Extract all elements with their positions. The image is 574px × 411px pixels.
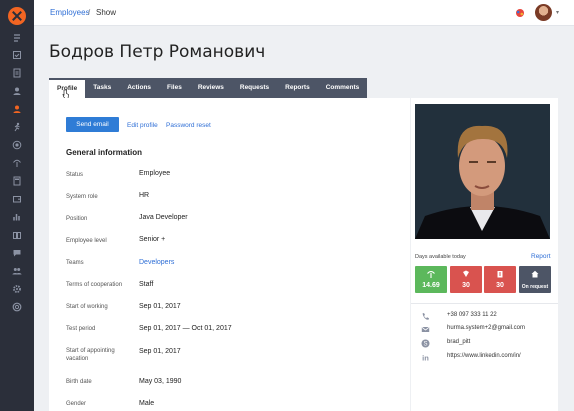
chat-icon[interactable]	[12, 248, 22, 258]
birth-date-label: Birth date	[66, 379, 92, 385]
gender-label: Gender	[66, 401, 87, 407]
breadcrumb-separator: /	[88, 8, 91, 17]
skype-icon: S	[421, 339, 430, 348]
tab-tasks[interactable]: Tasks	[85, 78, 119, 98]
status-value: Employee	[139, 170, 171, 177]
linkedin-value[interactable]: https://www.linkedin.com/in/	[447, 353, 521, 359]
birth-date-value: May 03, 1990	[139, 378, 182, 385]
wallet-icon[interactable]	[12, 194, 22, 204]
palm-tree-icon	[427, 270, 435, 278]
test-period-value: Sep 01, 2017 — Oct 01, 2017	[139, 325, 232, 332]
sick-days-value: 30	[462, 282, 470, 289]
page-title: Бодров Петр Романович	[49, 42, 266, 62]
sick-days-tile[interactable]: 30	[450, 266, 482, 293]
bar-chart-icon[interactable]	[12, 212, 22, 222]
tab-reviews[interactable]: Reviews	[190, 78, 232, 98]
terms-label: Terms of cooperation	[66, 282, 123, 288]
terms-value: Staff	[139, 281, 154, 288]
unpaid-days-tile[interactable]: 30	[484, 266, 516, 293]
phone-value[interactable]: +38 097 333 11 22	[447, 312, 497, 318]
svg-text:S: S	[423, 342, 427, 348]
linkedin-contact: in https://www.linkedin.com/in/	[419, 352, 554, 364]
user-avatar[interactable]	[535, 4, 552, 21]
profile-side-panel: Days available today Report 14.69 30 30 …	[411, 98, 558, 411]
top-bar: Employees / Show ▾	[34, 0, 574, 26]
settings-icon[interactable]	[12, 284, 22, 294]
appointing-vacation-value: Sep 01, 2017	[139, 348, 181, 355]
logo-icon[interactable]	[8, 7, 26, 25]
tab-actions[interactable]: Actions	[119, 78, 159, 98]
section-title: General information	[66, 148, 143, 157]
start-working-value: Sep 01, 2017	[139, 303, 181, 310]
vacation-days-tile[interactable]: 14.69	[415, 266, 447, 293]
linkedin-icon: in	[422, 354, 429, 363]
teams-label: Teams	[66, 260, 84, 266]
target-icon[interactable]	[12, 140, 22, 150]
svg-text:in: in	[422, 354, 429, 363]
user-icon[interactable]	[12, 86, 22, 96]
medkit-icon	[463, 270, 469, 277]
employees-icon[interactable]	[12, 104, 22, 114]
days-available-label: Days available today	[415, 254, 466, 260]
appointing-vacation-label: Start of appointing vacation	[66, 348, 115, 362]
checklist-icon[interactable]	[12, 50, 22, 60]
phone-icon	[422, 313, 429, 320]
help-icon[interactable]	[12, 302, 22, 312]
divider	[411, 303, 558, 304]
vacation-icon[interactable]	[12, 158, 22, 168]
vacation-days-value: 14.69	[422, 282, 440, 289]
chevron-down-icon[interactable]: ▾	[556, 9, 559, 16]
profile-tabs: Profile Tasks Actions Files Reviews Requ…	[49, 78, 368, 98]
email-icon	[421, 326, 430, 332]
run-icon[interactable]	[12, 122, 22, 132]
profile-photo	[415, 104, 550, 239]
sidebar	[0, 0, 34, 411]
skype-value[interactable]: brad_pitt	[447, 339, 470, 345]
teams-link[interactable]: Developers	[139, 259, 174, 266]
edit-profile-link[interactable]: Edit profile	[127, 122, 158, 129]
tab-requests[interactable]: Requests	[232, 78, 277, 98]
home-icon	[531, 270, 539, 278]
test-period-label: Test period	[66, 326, 96, 332]
gender-value: Male	[139, 400, 155, 407]
skype-contact: S brad_pitt	[419, 338, 554, 350]
remote-days-value: On request	[521, 284, 549, 290]
position-label: Position	[66, 216, 88, 222]
calculator-icon[interactable]	[12, 176, 22, 186]
book-icon[interactable]	[12, 230, 22, 240]
email-contact: hurma.system+2@gmail.com	[419, 324, 554, 336]
tab-files[interactable]: Files	[159, 78, 190, 98]
unpaid-days-value: 30	[496, 282, 504, 289]
position-value: Java Developer	[139, 214, 188, 221]
email-value[interactable]: hurma.system+2@gmail.com	[447, 325, 525, 331]
report-link[interactable]: Report	[531, 253, 551, 260]
phone-contact: +38 097 333 11 22	[419, 311, 554, 323]
team-icon[interactable]	[12, 266, 22, 276]
remote-days-tile[interactable]: On request	[519, 266, 551, 293]
system-role-value: HR	[139, 192, 150, 199]
status-label: Status	[66, 172, 84, 178]
employee-level-label: Employee level	[66, 238, 107, 244]
feed-icon[interactable]	[12, 33, 22, 43]
breadcrumb-employees-link[interactable]: Employees	[50, 8, 90, 17]
start-working-label: Start of working	[66, 304, 108, 310]
bug-report-icon[interactable]	[514, 7, 526, 19]
employee-level-value: Senior +	[139, 236, 166, 243]
password-reset-link[interactable]: Password reset	[166, 122, 211, 129]
send-email-button[interactable]: Send email	[66, 117, 119, 132]
breadcrumb-current: Show	[96, 8, 117, 17]
tab-comments[interactable]: Comments	[318, 78, 368, 98]
document-icon[interactable]	[12, 68, 22, 78]
system-role-label: System role	[66, 194, 98, 200]
general-info-card: Send email Edit profile Password reset G…	[49, 98, 410, 411]
tab-reports[interactable]: Reports	[277, 78, 318, 98]
clipboard-icon	[497, 271, 503, 278]
